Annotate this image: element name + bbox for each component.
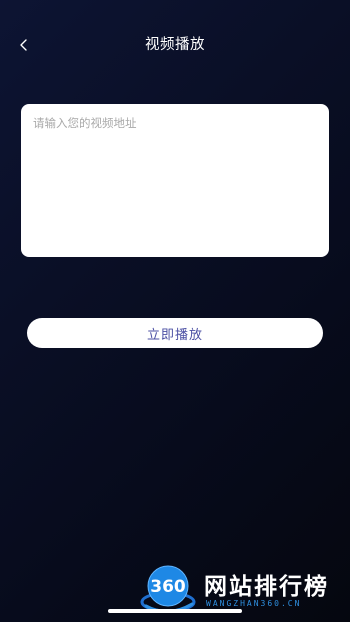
video-url-input[interactable] xyxy=(33,115,317,246)
watermark-logo-text: 360 xyxy=(150,577,186,597)
video-url-box[interactable] xyxy=(21,104,329,257)
play-now-button[interactable]: 立即播放 xyxy=(27,318,323,348)
header-bar: 视频播放 xyxy=(0,30,350,60)
watermark-subtitle: WANGZHAN360.CN xyxy=(206,599,302,608)
watermark-title: 网站排行榜 xyxy=(204,574,329,600)
home-indicator[interactable] xyxy=(108,609,242,613)
page-title: 视频播放 xyxy=(145,37,205,53)
